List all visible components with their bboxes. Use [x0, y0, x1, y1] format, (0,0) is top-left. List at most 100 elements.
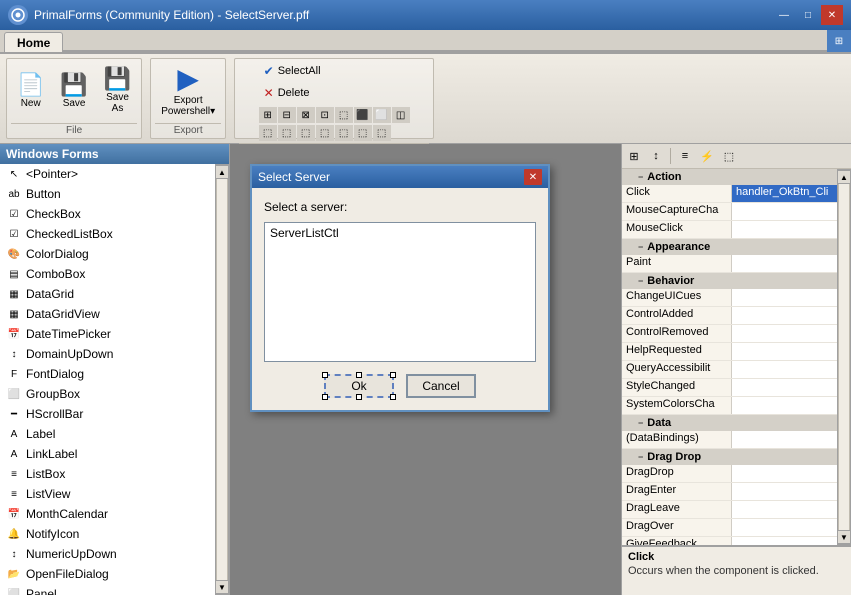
- maximize-button[interactable]: □: [797, 5, 819, 25]
- props-section-header[interactable]: −Drag Drop: [622, 449, 837, 465]
- props-row[interactable]: DragEnter: [622, 483, 837, 501]
- props-cell-value[interactable]: [732, 255, 837, 272]
- props-cell-value[interactable]: [732, 431, 837, 448]
- dialog-listbox-item[interactable]: ServerListCtl: [267, 225, 533, 241]
- edit-icon-btn-1[interactable]: ⊞: [259, 107, 277, 123]
- tab-home[interactable]: Home: [4, 32, 63, 52]
- toolbox-item[interactable]: 📅MonthCalendar: [0, 504, 215, 524]
- props-row[interactable]: Paint: [622, 255, 837, 273]
- design-canvas[interactable]: Select Server ✕ Select a server: ServerL…: [230, 144, 621, 595]
- dialog-cancel-button[interactable]: Cancel: [406, 374, 476, 398]
- edit-icon-btn-3[interactable]: ⊠: [297, 107, 315, 123]
- toolbox-item[interactable]: ≡ListBox: [0, 464, 215, 484]
- save-as-button[interactable]: 💾 SaveAs: [98, 64, 137, 118]
- props-row[interactable]: HelpRequested: [622, 343, 837, 361]
- edit-icon-btn-10[interactable]: ⬚: [278, 125, 296, 141]
- ribbon-collapse-btn[interactable]: ⊞: [827, 30, 851, 52]
- close-button[interactable]: ✕: [821, 5, 843, 25]
- toolbox-scrollbar[interactable]: ▲ ▼: [215, 164, 229, 595]
- props-cell-value[interactable]: [732, 289, 837, 306]
- scroll-track[interactable]: [216, 179, 228, 580]
- props-cell-value[interactable]: [732, 343, 837, 360]
- props-section-header[interactable]: −Data: [622, 415, 837, 431]
- props-row[interactable]: GiveFeedback: [622, 537, 837, 545]
- toolbox-item[interactable]: ↕NumericUpDown: [0, 544, 215, 564]
- props-sort-alpha-btn[interactable]: ↕: [646, 146, 666, 166]
- props-extra-btn[interactable]: ⬚: [719, 146, 739, 166]
- toolbox-item[interactable]: ↕DomainUpDown: [0, 344, 215, 364]
- props-cell-value[interactable]: [732, 325, 837, 342]
- props-cell-value[interactable]: handler_OkBtn_Cli: [732, 185, 837, 202]
- minimize-button[interactable]: —: [773, 5, 795, 25]
- edit-icon-btn-14[interactable]: ⬚: [354, 125, 372, 141]
- props-row[interactable]: StyleChanged: [622, 379, 837, 397]
- props-row[interactable]: DragLeave: [622, 501, 837, 519]
- props-row[interactable]: (DataBindings): [622, 431, 837, 449]
- props-row[interactable]: ChangeUICues: [622, 289, 837, 307]
- props-row[interactable]: SystemColorsCha: [622, 397, 837, 415]
- toolbox-item[interactable]: ☑CheckedListBox: [0, 224, 215, 244]
- toolbox-item[interactable]: 🔔NotifyIcon: [0, 524, 215, 544]
- toolbox-item[interactable]: ▤ComboBox: [0, 264, 215, 284]
- props-cell-value[interactable]: [732, 519, 837, 536]
- props-row[interactable]: ControlAdded: [622, 307, 837, 325]
- edit-icon-btn-9[interactable]: ⬚: [259, 125, 277, 141]
- export-powershell-button[interactable]: ▶ ExportPowershell▾: [155, 61, 221, 121]
- edit-icon-btn-7[interactable]: ⬜: [373, 107, 391, 123]
- props-scroll-track[interactable]: [838, 184, 850, 530]
- edit-icon-btn-11[interactable]: ⬚: [297, 125, 315, 141]
- toolbox-item[interactable]: ⬜GroupBox: [0, 384, 215, 404]
- props-cell-value[interactable]: [732, 397, 837, 414]
- props-cell-value[interactable]: [732, 221, 837, 238]
- props-cell-value[interactable]: [732, 307, 837, 324]
- delete-button[interactable]: ✕ Delete: [259, 83, 410, 103]
- toolbox-item[interactable]: ▦DataGridView: [0, 304, 215, 324]
- toolbox-item[interactable]: ↖<Pointer>: [0, 164, 215, 184]
- scroll-up-arrow[interactable]: ▲: [215, 165, 229, 179]
- toolbox-item[interactable]: ALinkLabel: [0, 444, 215, 464]
- props-cell-value[interactable]: [732, 537, 837, 545]
- toolbox-item[interactable]: ≡ListView: [0, 484, 215, 504]
- edit-icon-btn-6[interactable]: ⬛: [354, 107, 372, 123]
- toolbox-item[interactable]: ALabel: [0, 424, 215, 444]
- props-row[interactable]: MouseClick: [622, 221, 837, 239]
- props-cell-value[interactable]: [732, 379, 837, 396]
- toolbox-item[interactable]: ☑CheckBox: [0, 204, 215, 224]
- toolbox-item[interactable]: abButton: [0, 184, 215, 204]
- props-scroll-up[interactable]: ▲: [837, 170, 851, 184]
- save-button[interactable]: 💾 Save: [54, 70, 93, 113]
- props-cell-value[interactable]: [732, 361, 837, 378]
- props-cell-value[interactable]: [732, 465, 837, 482]
- toolbox-item[interactable]: 📂OpenFileDialog: [0, 564, 215, 584]
- edit-icon-btn-2[interactable]: ⊟: [278, 107, 296, 123]
- toolbox-item[interactable]: 🎨ColorDialog: [0, 244, 215, 264]
- edit-icon-btn-13[interactable]: ⬚: [335, 125, 353, 141]
- props-row[interactable]: Clickhandler_OkBtn_Cli: [622, 185, 837, 203]
- props-cell-value[interactable]: [732, 203, 837, 220]
- edit-icon-btn-15[interactable]: ⬚: [373, 125, 391, 141]
- dialog-listbox[interactable]: ServerListCtl: [264, 222, 536, 362]
- toolbox-item[interactable]: ━HScrollBar: [0, 404, 215, 424]
- props-sort-category-btn[interactable]: ⊞: [624, 146, 644, 166]
- dialog-close-button[interactable]: ✕: [524, 169, 542, 185]
- props-scrollbar[interactable]: ▲ ▼: [837, 169, 851, 545]
- props-section-header[interactable]: −Appearance: [622, 239, 837, 255]
- scroll-down-arrow[interactable]: ▼: [215, 580, 229, 594]
- props-row[interactable]: DragOver: [622, 519, 837, 537]
- props-section-header[interactable]: −Behavior: [622, 273, 837, 289]
- props-row[interactable]: QueryAccessibilit: [622, 361, 837, 379]
- toolbox-item[interactable]: FFontDialog: [0, 364, 215, 384]
- toolbox-item[interactable]: ⬜Panel: [0, 584, 215, 595]
- new-button[interactable]: 📄 New: [11, 70, 50, 113]
- select-all-button[interactable]: ✔ SelectAll: [259, 61, 410, 81]
- edit-icon-btn-8[interactable]: ◫: [392, 107, 410, 123]
- props-section-header[interactable]: −Action: [622, 169, 837, 185]
- toolbox-item[interactable]: 📅DateTimePicker: [0, 324, 215, 344]
- props-lightning-btn[interactable]: ⚡: [697, 146, 717, 166]
- props-row[interactable]: MouseCaptureCha: [622, 203, 837, 221]
- props-cell-value[interactable]: [732, 501, 837, 518]
- props-row[interactable]: ControlRemoved: [622, 325, 837, 343]
- edit-icon-btn-12[interactable]: ⬚: [316, 125, 334, 141]
- props-events-btn[interactable]: ≡: [675, 146, 695, 166]
- props-cell-value[interactable]: [732, 483, 837, 500]
